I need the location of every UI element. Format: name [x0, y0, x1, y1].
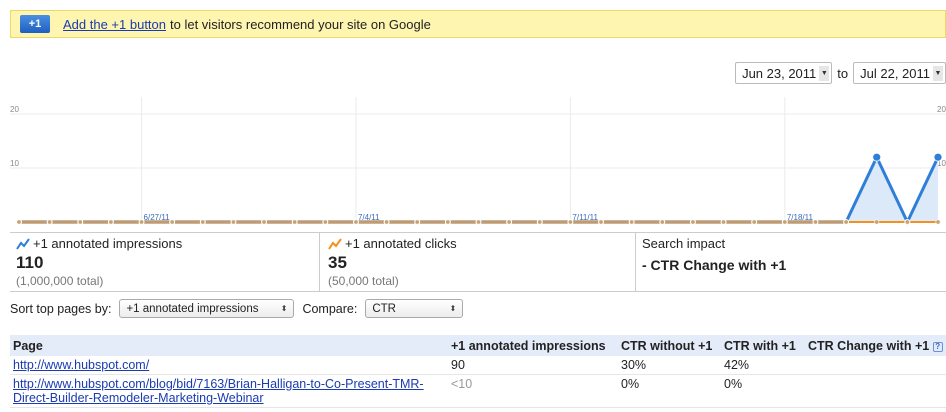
promo-banner: +1 Add the +1 button to let visitors rec… [10, 10, 946, 38]
data-point [843, 219, 849, 225]
data-point [629, 219, 635, 225]
data-point [933, 152, 943, 162]
data-point [659, 219, 665, 225]
page-link-line-1: http://www.hubspot.com/blog/bid/7163/Bri… [13, 377, 424, 391]
data-point [169, 219, 175, 225]
help-icon[interactable]: ? [932, 341, 943, 352]
data-point [445, 219, 451, 225]
top-pages-table: Page +1 annotated impressions CTR withou… [10, 335, 946, 408]
data-point [598, 219, 604, 225]
sort-selected: +1 annotated impressions [126, 302, 259, 315]
metric-clicks[interactable]: +1 annotated clicks 35 (50,000 total) [320, 233, 636, 291]
impressions-cell: <10 [448, 374, 618, 408]
data-point [108, 219, 114, 225]
table-header-row: Page +1 annotated impressions CTR withou… [10, 335, 946, 356]
sort-label: Sort top pages by: [10, 301, 112, 316]
metric-impact-value: - CTR Change with +1 [642, 257, 787, 273]
data-point [506, 219, 512, 225]
ctr-without-cell: 0% [618, 374, 721, 408]
data-point [200, 219, 206, 225]
data-point [904, 219, 910, 225]
line-chart-icon [16, 237, 30, 250]
data-point [47, 219, 53, 225]
data-point [567, 219, 573, 225]
metric-title: +1 annotated impressions [33, 236, 183, 251]
start-date-value: Jun 23, 2011 [742, 65, 817, 81]
column-header-ctr-without[interactable]: CTR without +1 [618, 335, 721, 356]
chevron-updown-icon: ⬍ [280, 304, 288, 313]
plus-one-badge-icon: +1 [20, 15, 50, 33]
data-point [230, 219, 236, 225]
y-tick-label: 10 [10, 159, 19, 168]
ctr-change-cell [805, 374, 946, 408]
end-date-value: Jul 22, 2011 [860, 65, 930, 81]
ctr-with-cell: 0% [721, 374, 805, 408]
y-tick-label-right: 20 [937, 105, 946, 114]
page-link[interactable]: http://www.hubspot.com/ [13, 358, 149, 372]
metrics-panel: +1 annotated impressions 110 (1,000,000 … [10, 232, 946, 292]
data-point [751, 219, 757, 225]
data-point [872, 152, 882, 162]
table-row: http://www.hubspot.com/blog/bid/7163/Bri… [10, 374, 946, 408]
compare-selected: CTR [372, 302, 396, 315]
data-point [139, 219, 145, 225]
metric-value: 35 [328, 253, 347, 272]
page-link[interactable]: http://www.hubspot.com/blog/bid/7163/Bri… [13, 377, 424, 405]
data-point [721, 219, 727, 225]
data-point [414, 219, 420, 225]
column-header-ctr-change[interactable]: CTR Change with +1 ? [805, 335, 946, 356]
y-tick-label: 20 [10, 105, 19, 114]
data-point [261, 219, 267, 225]
data-point [353, 219, 359, 225]
ctr-with-cell: 42% [721, 356, 805, 375]
compare-label: Compare: [302, 301, 358, 316]
impressions-cell: 90 [448, 356, 618, 375]
chevron-down-icon: ▼ [933, 65, 943, 81]
table-row: http://www.hubspot.com/ 90 30% 42% [10, 356, 946, 375]
sort-select[interactable]: +1 annotated impressions ⬍ [119, 299, 295, 318]
data-point [782, 219, 788, 225]
data-point [322, 219, 328, 225]
page-link-line-2: Direct-Builder-Remodeler-Marketing-Webin… [13, 391, 264, 405]
metric-title: +1 annotated clicks [345, 236, 457, 251]
data-point [77, 219, 83, 225]
data-point [690, 219, 696, 225]
column-header-page[interactable]: Page [10, 335, 448, 356]
column-header-ctr-change-label: CTR Change with +1 [808, 338, 930, 353]
metric-total: (50,000 total) [328, 274, 399, 288]
chevron-updown-icon: ⬍ [449, 304, 457, 313]
line-chart-icon [328, 237, 342, 250]
date-range-separator: to [837, 65, 849, 81]
column-header-impressions[interactable]: +1 annotated impressions [448, 335, 618, 356]
metric-title: Search impact [642, 236, 726, 251]
end-date-select[interactable]: Jul 22, 2011 ▼ [853, 62, 946, 84]
metric-total: (1,000,000 total) [16, 274, 104, 288]
data-point [812, 219, 818, 225]
data-point [292, 219, 298, 225]
metric-impressions[interactable]: +1 annotated impressions 110 (1,000,000 … [10, 233, 320, 291]
data-point [475, 219, 481, 225]
ctr-change-cell [805, 356, 946, 375]
metric-value: 110 [16, 253, 44, 272]
chevron-down-icon: ▼ [819, 65, 830, 81]
data-point [874, 219, 880, 225]
data-point [384, 219, 390, 225]
impressions-chart: 201020106/27/11 7/4/11 7/11/11 7/18/11 [10, 97, 946, 226]
data-point [16, 219, 22, 225]
ctr-without-cell: 30% [618, 356, 721, 375]
add-plus-one-button-link[interactable]: Add the +1 button [63, 17, 166, 32]
date-range-picker: Jun 23, 2011 ▼ to Jul 22, 2011 ▼ [735, 62, 946, 84]
start-date-select[interactable]: Jun 23, 2011 ▼ [735, 62, 833, 84]
metric-search-impact[interactable]: Search impact - CTR Change with +1 [636, 233, 946, 291]
data-point [537, 219, 543, 225]
column-header-ctr-with[interactable]: CTR with +1 [721, 335, 805, 356]
sort-controls: Sort top pages by: +1 annotated impressi… [10, 299, 464, 318]
compare-select[interactable]: CTR ⬍ [365, 299, 464, 318]
data-point [935, 219, 941, 225]
banner-text: to let visitors recommend your site on G… [170, 16, 431, 32]
